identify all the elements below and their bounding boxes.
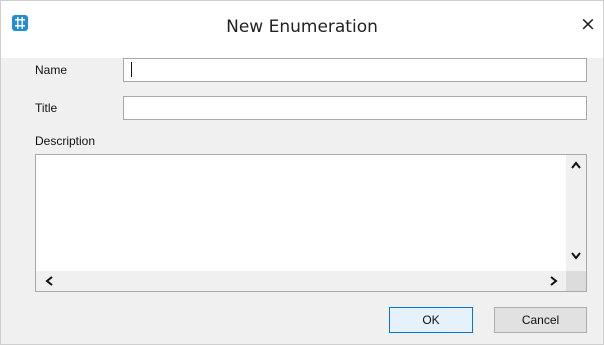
scrollbar-corner [566,271,586,291]
description-textarea[interactable] [35,154,587,292]
dialog-title: New Enumeration [226,17,378,37]
title-label: Title [35,101,58,115]
scroll-right-icon[interactable] [544,271,564,291]
horizontal-scrollbar[interactable] [36,271,566,291]
name-label: Name [35,63,68,77]
text-caret [131,62,132,77]
name-input[interactable] [123,58,587,82]
new-enumeration-dialog: New Enumeration × Name Title Description [0,0,604,345]
close-icon[interactable]: × [573,11,603,37]
ok-button[interactable]: OK [389,307,473,333]
title-bar: New Enumeration × [1,1,603,58]
cancel-button[interactable]: Cancel [494,307,587,333]
dialog-body: Name Title Description OK Cancel [1,58,603,344]
vertical-scrollbar[interactable] [566,155,586,271]
title-input[interactable] [123,96,587,120]
scroll-up-icon[interactable] [566,158,586,178]
description-label: Description [35,134,96,148]
scroll-down-icon[interactable] [566,249,586,269]
scroll-left-icon[interactable] [39,271,59,291]
